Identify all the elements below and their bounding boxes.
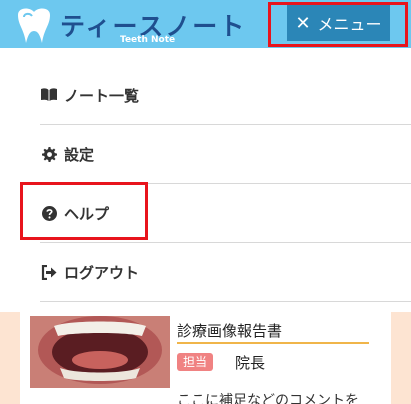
note-comment: ここに補足などのコメントを (177, 393, 359, 404)
role-value: 院長 (235, 354, 266, 372)
sign-out-icon (40, 263, 58, 281)
menu-item-label: ログアウト (64, 263, 140, 282)
logo-subtitle: Teeth Note (120, 35, 176, 45)
logo[interactable]: ティースノート Teeth Note (10, 3, 244, 45)
role-badge: 担当 (177, 353, 214, 371)
dental-image-thumbnail[interactable] (30, 316, 170, 388)
title-underline (177, 342, 369, 344)
menu-item-logout[interactable]: ログアウト (40, 243, 411, 302)
book-icon (40, 86, 58, 104)
help-highlight-outline (20, 182, 148, 240)
menu-button-label: メニュー (317, 15, 382, 34)
note-list-background: 診療画像報告書 担当 院長 ここに補足などのコメントを (0, 312, 411, 404)
menu-item-label: 設定 (64, 145, 95, 164)
menu-item-label: ノート一覧 (64, 86, 140, 105)
gear-icon (40, 145, 58, 163)
menu-item-note-list[interactable]: ノート一覧 (40, 66, 411, 125)
tooth-logo-icon (18, 8, 50, 43)
note-title[interactable]: 診療画像報告書 (177, 320, 282, 341)
note-card[interactable]: 診療画像報告書 担当 院長 ここに補足などのコメントを (20, 312, 391, 404)
close-icon: ✕ (295, 12, 311, 34)
menu-toggle-button[interactable]: ✕ メニュー (287, 5, 390, 41)
app-header: ティースノート Teeth Note ✕ メニュー (0, 0, 411, 48)
menu-item-settings[interactable]: 設定 (40, 125, 411, 184)
